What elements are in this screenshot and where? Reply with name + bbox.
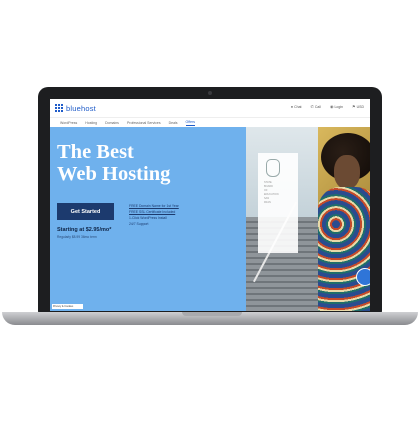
sign-text: STATE BOARD OF EDUCATION SAN FRAN (264, 181, 279, 205)
corner-badge[interactable]: Privacy & Cookies (52, 304, 83, 309)
feature-text[interactable]: FREE SSL Certificate Included (129, 210, 175, 214)
logo[interactable]: bluehost (55, 104, 96, 113)
laptop-base (2, 312, 418, 325)
laptop-lid: bluehost ● Chat ✆ Call ◉ Login ⚑ USD WordPre… (38, 87, 382, 313)
nav-hosting[interactable]: Hosting (85, 121, 97, 125)
screen: bluehost ● Chat ✆ Call ◉ Login ⚑ USD WordPre… (50, 99, 370, 311)
hero-photo: STATE BOARD OF EDUCATION SAN FRAN (246, 127, 370, 311)
price-subtext: Regularly $8.99 36mo term (57, 235, 97, 239)
camera-icon (208, 91, 212, 95)
nav-wordpress[interactable]: WordPress (60, 121, 77, 125)
utility-login-label: Login (334, 104, 344, 109)
phone-icon: ✆ (310, 104, 314, 109)
feature-text: 24/7 Support (129, 222, 149, 226)
chat-bubble-icon[interactable] (356, 268, 370, 286)
nav-offers[interactable]: Offers (185, 120, 196, 126)
hero-title: The Best Web Hosting (57, 141, 237, 185)
utility-bar: ● Chat ✆ Call ◉ Login ⚑ USD (291, 104, 364, 109)
hero-title-line1: The Best (57, 141, 134, 163)
nav-deals[interactable]: Deals (169, 121, 178, 125)
get-started-button[interactable]: Get Started (57, 203, 114, 220)
utility-login[interactable]: ◉ Login (330, 104, 343, 109)
crest-icon (266, 159, 280, 177)
top-nav: bluehost ● Chat ✆ Call ◉ Login ⚑ USD (50, 99, 370, 117)
nav-domains[interactable]: Domains (105, 121, 119, 125)
sign-line: FRAN (264, 201, 271, 204)
logo-text: bluehost (66, 103, 96, 113)
feature-text: 1-Click WordPress Install (129, 216, 167, 220)
person-shirt (318, 187, 370, 311)
nav-professional-services[interactable]: Professional Services (127, 121, 161, 125)
user-icon: ◉ (329, 104, 334, 109)
feature-list: FREE Domain Name for 1st Year FREE SSL C… (129, 203, 179, 227)
price-text: Starting at $2.95/mo* (57, 227, 112, 233)
flag-icon: ⚑ (352, 104, 356, 109)
laptop-notch (182, 312, 242, 316)
hero-title-line2: Web Hosting (57, 163, 171, 185)
feature-text[interactable]: FREE Domain Name for 1st Year (129, 204, 179, 208)
utility-currency[interactable]: ⚑ USD (352, 104, 364, 109)
chat-icon: ● (290, 104, 294, 109)
utility-call-label: Call (314, 104, 321, 109)
utility-currency-label: USD (356, 104, 364, 109)
utility-call[interactable]: ✆ Call (311, 104, 321, 109)
sign-card: STATE BOARD OF EDUCATION SAN FRAN (258, 153, 298, 253)
utility-chat[interactable]: ● Chat (291, 104, 302, 109)
feature-item: 24/7 Support (129, 221, 179, 227)
person-face (334, 155, 360, 189)
utility-chat-label: Chat (294, 104, 302, 109)
logo-grid-icon (55, 104, 63, 112)
